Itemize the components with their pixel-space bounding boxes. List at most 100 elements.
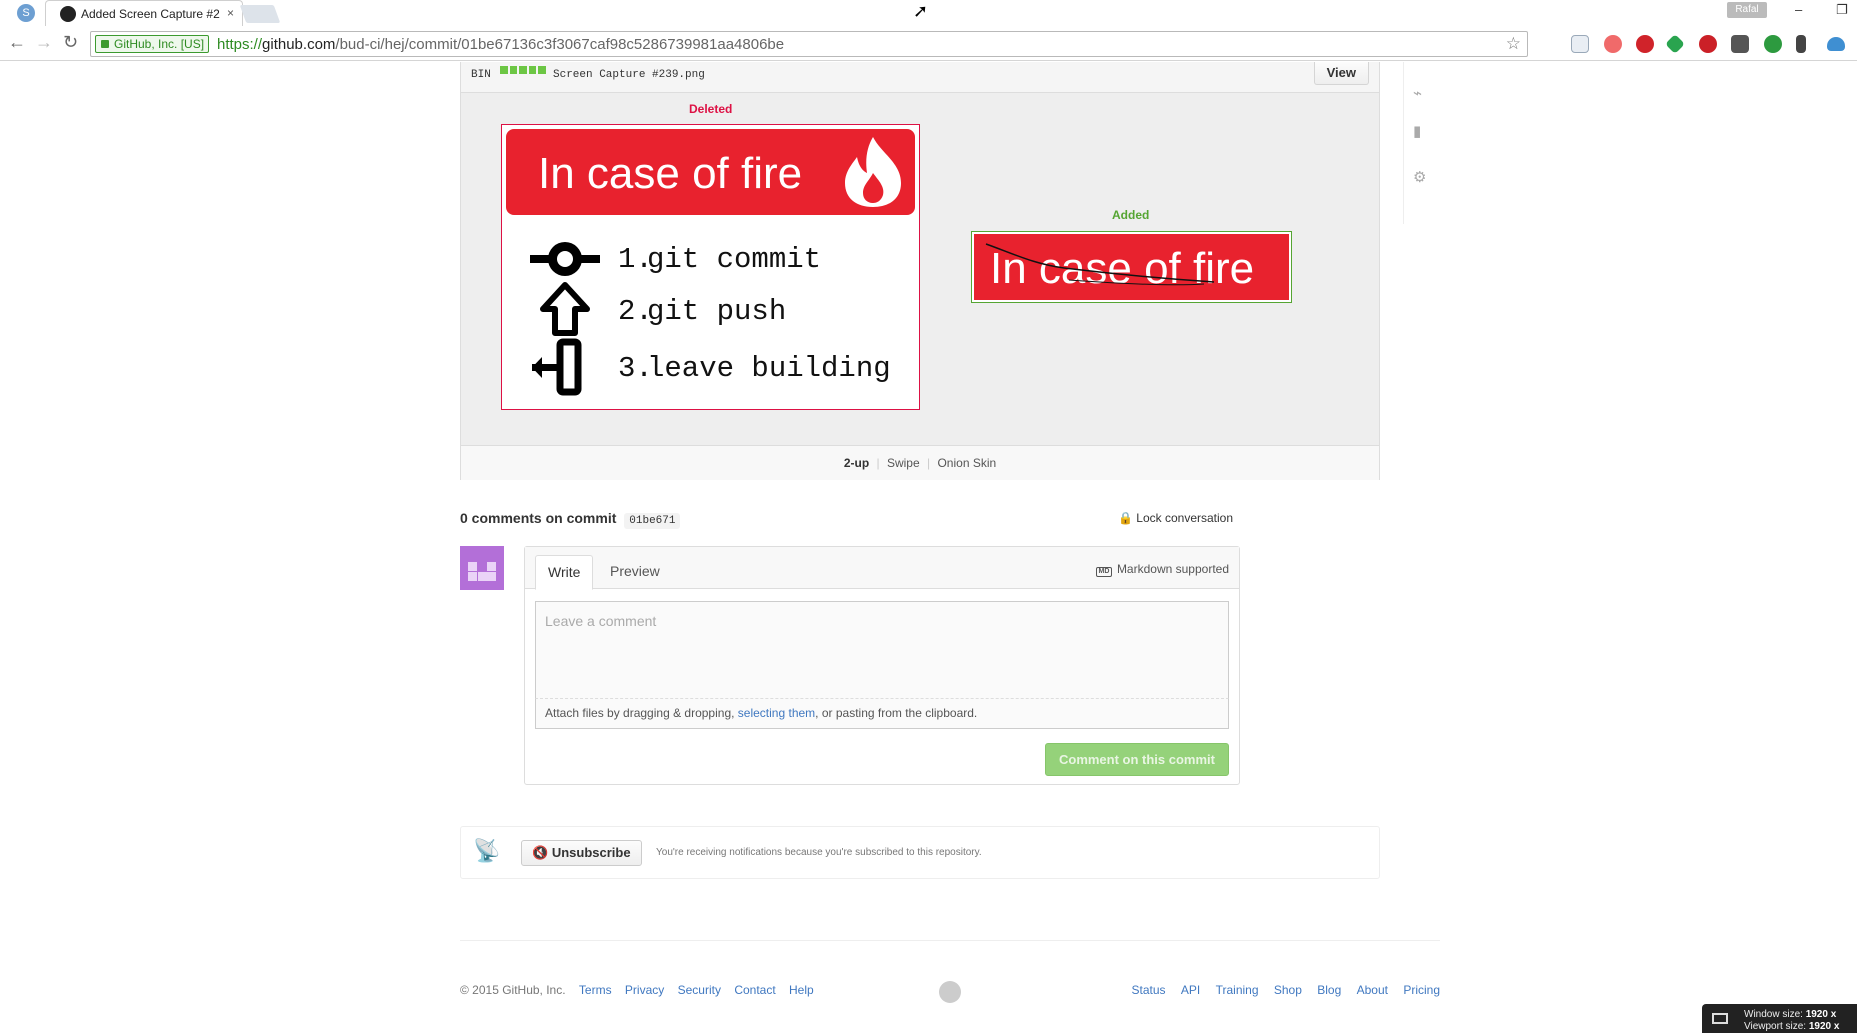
back-arrow-icon[interactable]: ←: [8, 32, 26, 53]
file-header: BIN Screen Capture #239.png View: [461, 62, 1379, 93]
footer-link-terms[interactable]: Terms: [579, 983, 612, 997]
forward-arrow-icon[interactable]: →: [35, 32, 53, 53]
unsubscribe-label: Unsubscribe: [551, 845, 631, 860]
git-commit-icon: [530, 242, 600, 276]
minimize-icon[interactable]: ‒: [1795, 2, 1802, 17]
step-push: 2. git push: [530, 281, 910, 341]
browser-tab-active[interactable]: Added Screen Capture #2 ×: [45, 0, 243, 26]
upload-arrow-icon: [540, 282, 590, 336]
ev-certificate-badge[interactable]: GitHub, Inc. [US]: [95, 35, 210, 53]
view-file-button[interactable]: View: [1313, 62, 1369, 85]
tab-close-button[interactable]: ×: [227, 6, 234, 20]
attach-prefix: Attach files by dragging & dropping,: [545, 706, 735, 720]
view-mode-swipe[interactable]: Swipe: [887, 456, 920, 470]
tab-write[interactable]: Write: [535, 555, 594, 590]
step-text: leave building: [647, 352, 891, 385]
markdown-supported-link[interactable]: MD Markdown supported: [1095, 562, 1229, 577]
copyright: © 2015 GitHub, Inc.: [460, 983, 566, 997]
footer-link-blog[interactable]: Blog: [1317, 983, 1341, 997]
window-size-line: Window size: 1920 x: [1744, 1009, 1836, 1020]
file-name[interactable]: Screen Capture #239.png: [553, 69, 705, 81]
view-mode-separator: |: [876, 456, 880, 470]
footer-link-security[interactable]: Security: [678, 983, 721, 997]
commit-sha-badge: 01be671: [624, 513, 681, 529]
profile-user-button[interactable]: Rafal: [1727, 2, 1767, 18]
footer-link-shop[interactable]: Shop: [1274, 983, 1302, 997]
step-leave: 3. leave building: [530, 338, 910, 398]
comment-textarea[interactable]: Leave a comment: [535, 601, 1229, 699]
notification-reason: You're receiving notifications because y…: [656, 847, 982, 858]
footer-link-status[interactable]: Status: [1132, 983, 1166, 997]
banner-text: In case of fire: [538, 149, 803, 198]
window-size-value: 1920 x: [1805, 1009, 1837, 1020]
footer-link-privacy[interactable]: Privacy: [625, 983, 664, 997]
markdown-label: Markdown supported: [1116, 562, 1229, 576]
lock-icon: 🔒: [1118, 511, 1133, 525]
mouse-cursor-icon: ➚: [913, 1, 929, 21]
footer-divider: [460, 940, 1440, 941]
broadcast-icon: 📡: [473, 838, 501, 863]
mute-icon: 🔇: [532, 845, 549, 860]
extension-pinterest-icon[interactable]: [1699, 35, 1717, 53]
fire-banner: In case of fire: [506, 129, 915, 215]
github-octocat-icon[interactable]: [939, 981, 961, 1003]
extension-pocket-icon[interactable]: [1731, 35, 1749, 53]
view-mode-onion-skin[interactable]: Onion Skin: [937, 456, 996, 470]
footer-link-api[interactable]: API: [1181, 983, 1200, 997]
lock-conversation-label: Lock conversation: [1136, 511, 1234, 525]
address-bar[interactable]: GitHub, Inc. [US] https://github.com/bud…: [90, 31, 1528, 57]
footer-link-pricing[interactable]: Pricing: [1403, 983, 1440, 997]
footer-link-contact[interactable]: Contact: [734, 983, 775, 997]
browser-toolbar: ← → ↻ GitHub, Inc. [US] https://github.c…: [0, 27, 1857, 61]
image-diff-area: Deleted In case of fire 1. git commit 2.…: [461, 93, 1379, 459]
comment-on-commit-button[interactable]: Comment on this commit: [1045, 743, 1229, 776]
settings-gear-icon[interactable]: ⚙: [1413, 168, 1426, 186]
reload-icon[interactable]: ↻: [63, 32, 78, 53]
attach-suffix: , or pasting from the clipboard.: [815, 706, 978, 720]
url-host: github.com: [262, 36, 336, 53]
diffstat-bar: [500, 66, 546, 74]
extension-dashlane-icon[interactable]: [1764, 35, 1782, 53]
avatar[interactable]: [460, 546, 504, 590]
comment-form: Write Preview MD Markdown supported Leave…: [524, 546, 1240, 785]
lock-conversation-link[interactable]: 🔒 Lock conversation: [1118, 511, 1233, 525]
new-tab-button[interactable]: [239, 5, 281, 23]
profile-badge-icon[interactable]: S: [17, 4, 35, 22]
extension-feedly-icon[interactable]: [1665, 34, 1685, 54]
step-text: git push: [647, 295, 787, 328]
extension-new-icon[interactable]: [1571, 35, 1589, 53]
scribble-strike-icon: [985, 243, 1215, 286]
browser-tab-strip: S Added Screen Capture #2 × ➚ Rafal ‒ ❐: [0, 0, 1857, 26]
footer-link-training[interactable]: Training: [1216, 983, 1259, 997]
comments-heading: 0 comments on commit 01be671: [460, 510, 681, 529]
view-mode-2up[interactable]: 2-up: [844, 456, 869, 470]
tab-title: Added Screen Capture #2: [81, 7, 220, 21]
viewport-size-line: Viewport size: 1920 x: [1744, 1021, 1839, 1032]
view-mode-separator: |: [927, 456, 931, 470]
extension-asana-icon[interactable]: [1604, 35, 1622, 53]
extension-cloud-icon[interactable]: [1827, 37, 1845, 51]
notifications-box: 📡 🔇 Unsubscribe You're receiving notific…: [460, 826, 1380, 879]
step-commit: 1. git commit: [530, 229, 910, 289]
attach-files-bar[interactable]: Attach files by dragging & dropping, sel…: [535, 699, 1229, 729]
unsubscribe-button[interactable]: 🔇 Unsubscribe: [521, 840, 642, 866]
extension-plug-icon[interactable]: [1796, 35, 1806, 53]
pulse-icon[interactable]: ⌁: [1413, 84, 1422, 102]
repo-sidebar-divider: [1403, 62, 1404, 224]
graphs-icon[interactable]: ▮: [1413, 122, 1421, 140]
exit-door-icon: [532, 338, 582, 396]
window-size-icon: [1712, 1013, 1728, 1024]
url-scheme: https://: [217, 36, 263, 53]
footer-link-help[interactable]: Help: [789, 983, 814, 997]
url-text[interactable]: https://github.com/bud-ci/hej/commit/01b…: [217, 36, 784, 53]
viewport-size-value: 1920 x: [1808, 1021, 1840, 1032]
page-content: BIN Screen Capture #239.png View Deleted…: [0, 62, 1857, 1033]
select-files-link[interactable]: selecting them: [738, 706, 815, 720]
deleted-label: Deleted: [689, 102, 733, 116]
added-label: Added: [1112, 208, 1150, 222]
extension-adblock-icon[interactable]: [1636, 35, 1654, 53]
bookmark-star-icon[interactable]: ☆: [1506, 34, 1521, 54]
tab-preview[interactable]: Preview: [598, 555, 672, 590]
footer-link-about[interactable]: About: [1357, 983, 1388, 997]
restore-window-icon[interactable]: ❐: [1836, 2, 1848, 18]
